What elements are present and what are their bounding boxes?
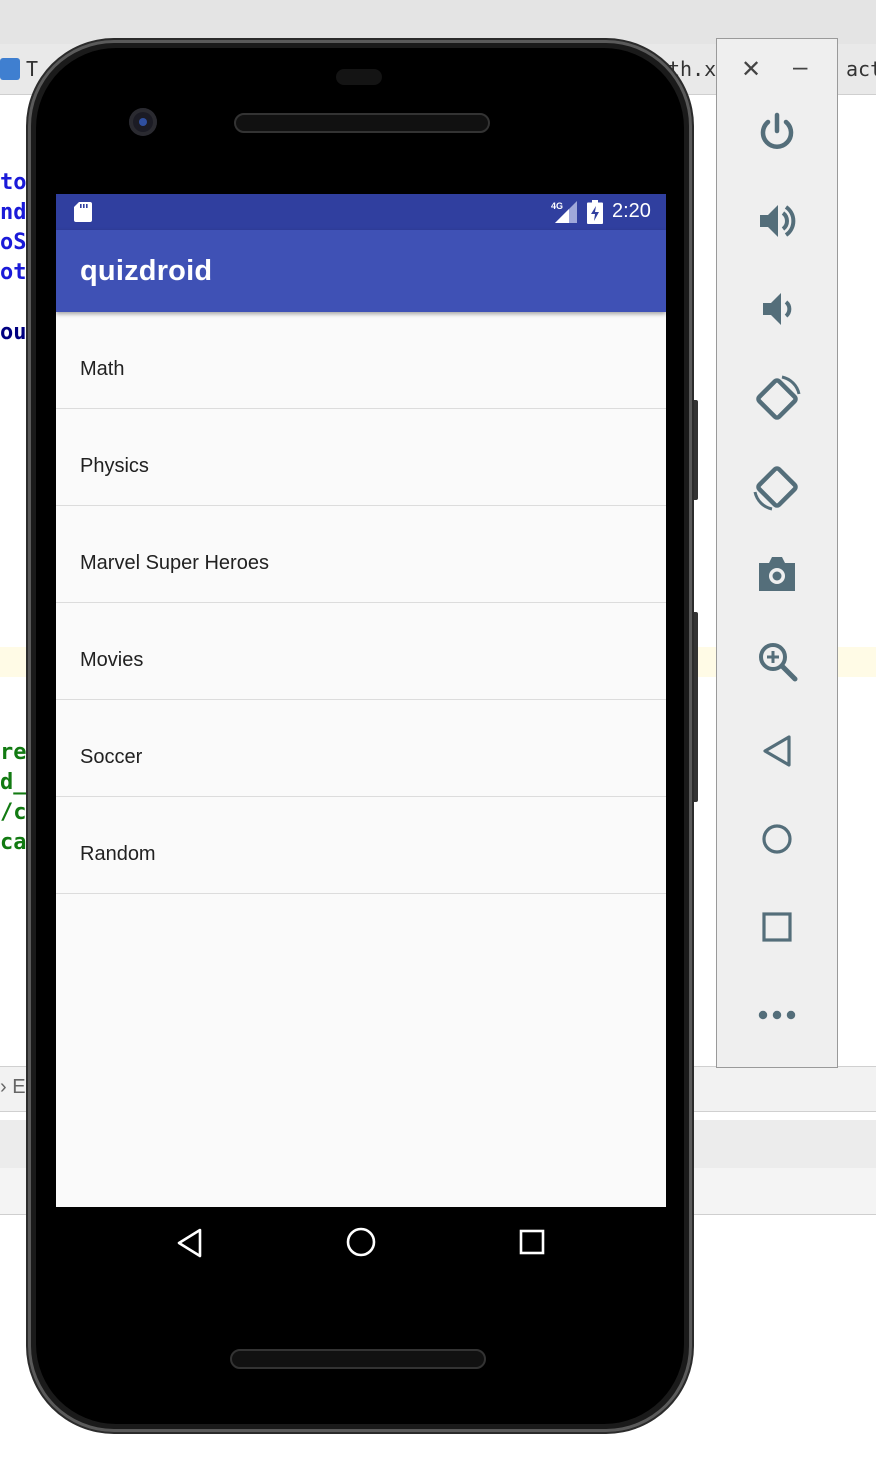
- screenshot-button[interactable]: [717, 545, 837, 601]
- topic-item-physics[interactable]: Physics: [56, 409, 666, 506]
- topic-item-marvel-super-heroes[interactable]: Marvel Super Heroes: [56, 506, 666, 603]
- volume-down-button[interactable]: [717, 281, 837, 337]
- topic-item-movies[interactable]: Movies: [56, 603, 666, 700]
- topic-item-soccer[interactable]: Soccer: [56, 700, 666, 797]
- volume-up-button[interactable]: [717, 193, 837, 249]
- volume-up-icon: [760, 205, 796, 237]
- topic-label: Marvel Super Heroes: [80, 552, 269, 574]
- back-icon: [763, 735, 791, 767]
- rotate-left-button[interactable]: [717, 371, 837, 427]
- sd-card-icon: [74, 202, 92, 222]
- close-icon[interactable]: ✕: [741, 55, 761, 84]
- network-type-label: 4G: [551, 201, 563, 211]
- power-button[interactable]: [717, 105, 837, 161]
- topic-label: Math: [80, 358, 125, 380]
- camera-icon: [759, 557, 795, 591]
- emulator-overview-button[interactable]: [717, 899, 837, 955]
- app-title: quizdroid: [80, 255, 213, 287]
- power-icon: [760, 112, 794, 149]
- home-icon: [762, 824, 792, 854]
- battery-charging-icon: [587, 200, 603, 224]
- status-clock: 2:20: [612, 200, 651, 222]
- minimize-icon[interactable]: –: [793, 51, 807, 82]
- topic-label: Random: [80, 843, 156, 865]
- top-speaker-grille: [234, 113, 490, 133]
- ide-breadcrumb[interactable]: › E: [0, 1076, 26, 1099]
- topic-label: Soccer: [80, 746, 143, 768]
- nav-back-icon[interactable]: [176, 1228, 204, 1258]
- rotate-right-icon: [753, 466, 798, 511]
- rotate-left-icon: [756, 375, 801, 420]
- topic-list: Math Physics Marvel Super Heroes Movies …: [56, 312, 666, 894]
- zoom-in-icon: [759, 643, 798, 682]
- topic-item-math[interactable]: Math: [56, 312, 666, 409]
- topic-label: Movies: [80, 649, 144, 671]
- volume-down-icon: [763, 293, 792, 325]
- emulator-home-button[interactable]: [717, 811, 837, 867]
- more-button[interactable]: [717, 987, 837, 1043]
- status-bar: 4G 2:20: [56, 194, 666, 230]
- bottom-speaker-grille: [230, 1349, 486, 1369]
- topic-item-random[interactable]: Random: [56, 797, 666, 894]
- topic-label: Physics: [80, 455, 149, 477]
- ide-tab-1[interactable]: T: [26, 57, 38, 81]
- signal-icon: 4G: [551, 201, 577, 223]
- emulator-back-button[interactable]: [717, 723, 837, 779]
- rotate-right-button[interactable]: [717, 459, 837, 515]
- zoom-button[interactable]: [717, 633, 837, 689]
- camera-lens: [139, 118, 147, 126]
- emulator-toolbar: ✕ –: [716, 38, 838, 1068]
- nav-home-icon[interactable]: [345, 1226, 377, 1258]
- phone-screen: 4G 2:20 quizdroid Math Physics Marvel Su…: [56, 194, 666, 1207]
- proximity-sensor: [336, 69, 382, 85]
- kotlin-file-icon: [0, 58, 20, 80]
- nav-overview-icon[interactable]: [519, 1229, 547, 1257]
- more-icon: [758, 1010, 796, 1020]
- app-bar: quizdroid: [56, 230, 666, 312]
- overview-icon: [762, 912, 792, 942]
- ide-tab-3[interactable]: act: [846, 57, 876, 81]
